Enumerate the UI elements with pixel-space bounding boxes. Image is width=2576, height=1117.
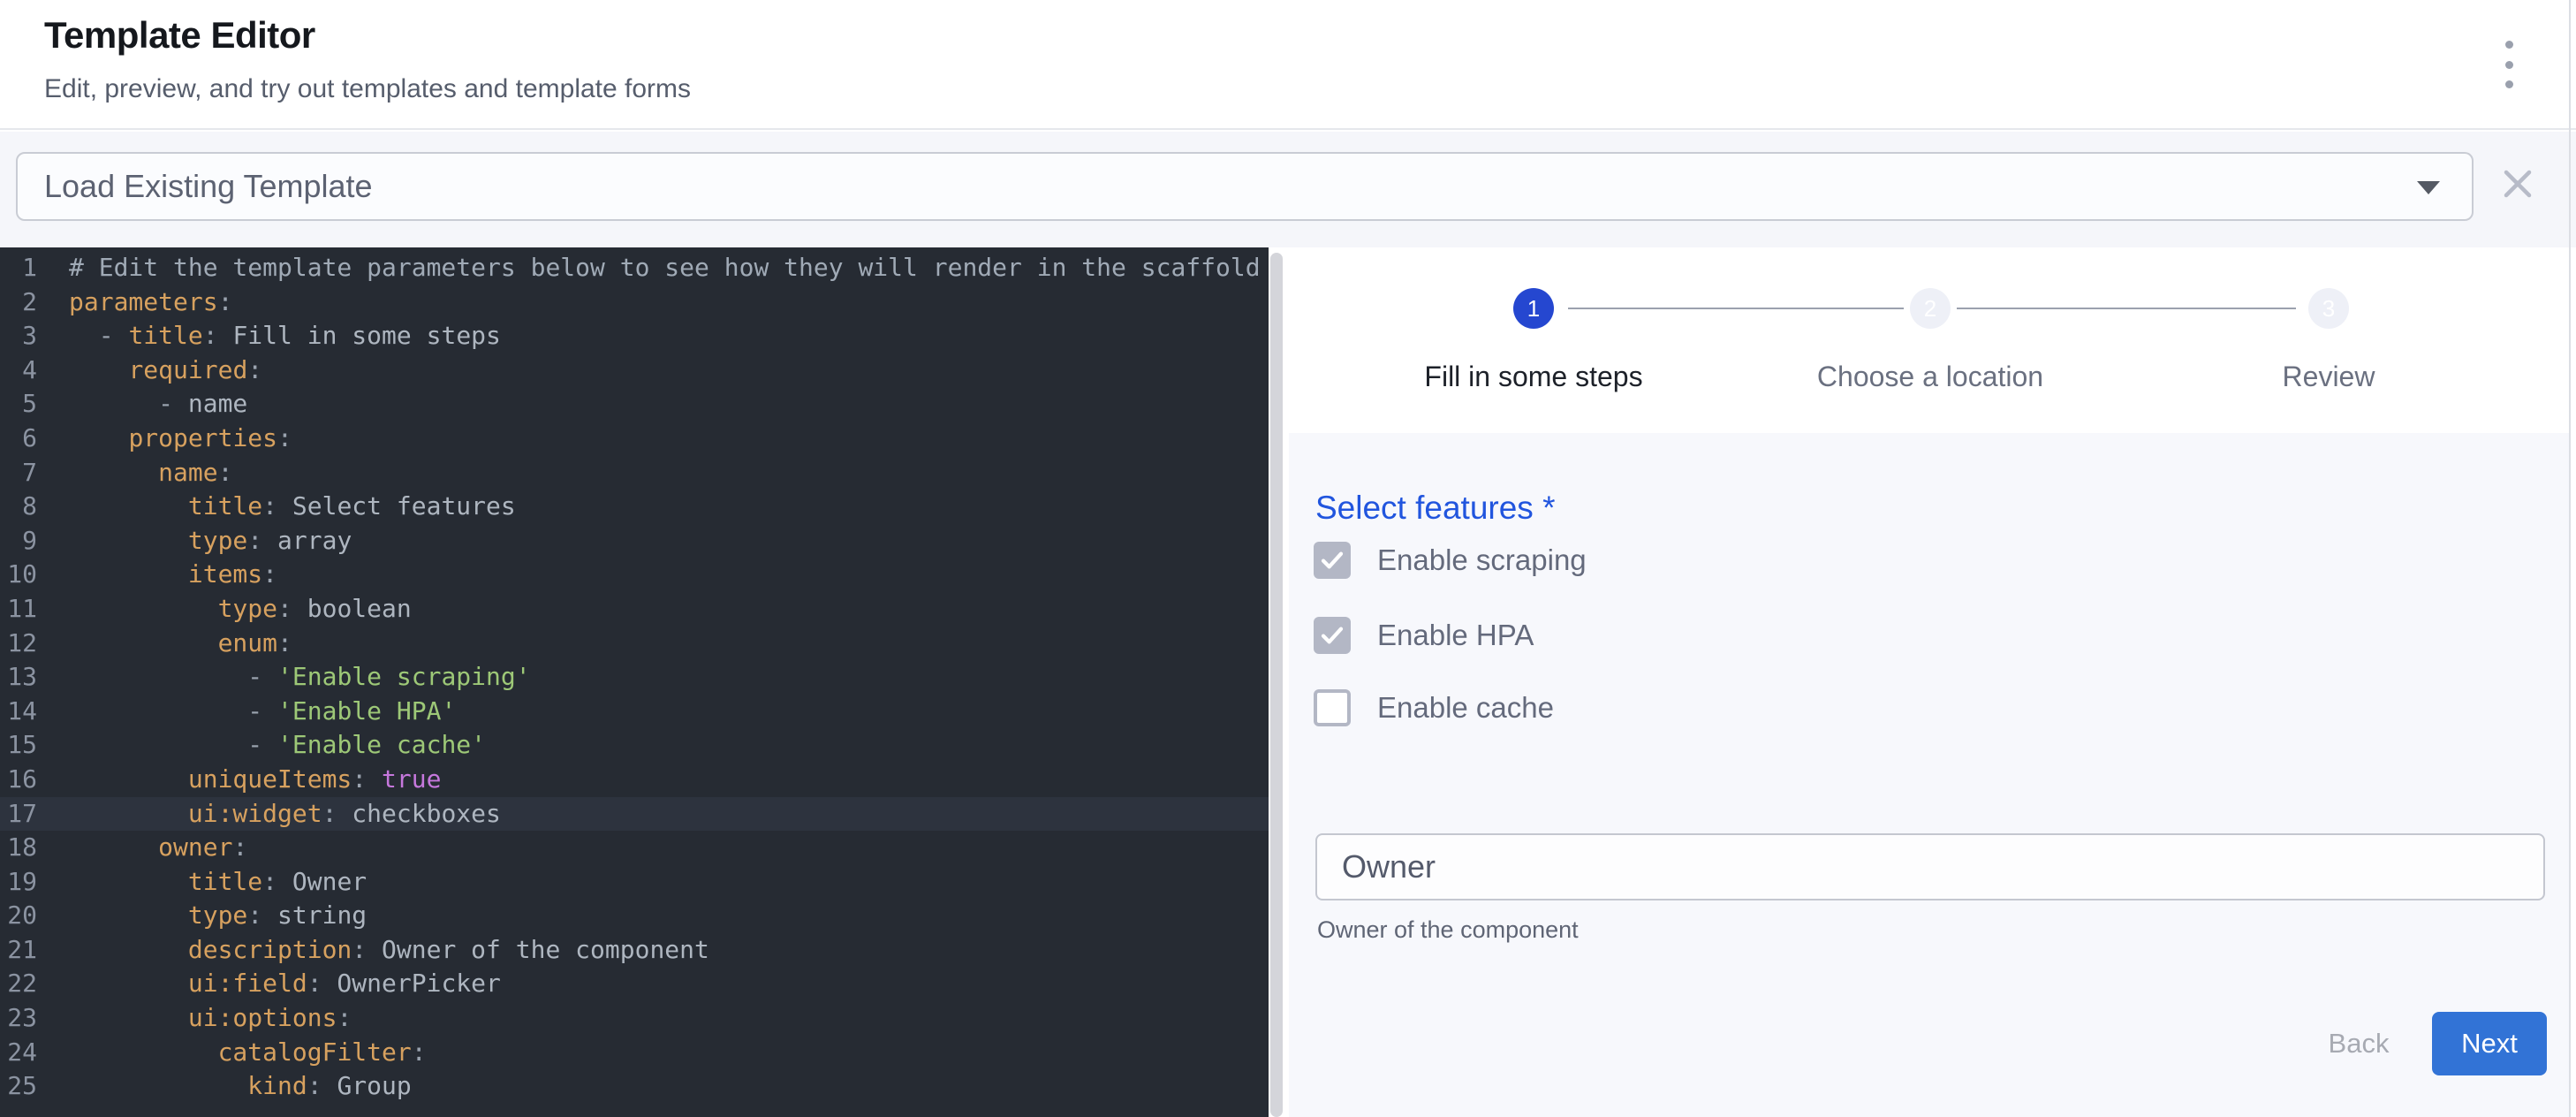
code-editor[interactable]: 1# Edit the template parameters below to… bbox=[0, 247, 1269, 1117]
checkbox-label: Enable HPA bbox=[1377, 619, 1534, 652]
template-toolbar: Load Existing Template bbox=[0, 132, 2576, 247]
page-subtitle: Edit, preview, and try out templates and… bbox=[44, 74, 691, 104]
step-connector bbox=[1957, 308, 2296, 309]
line-number: 17 bbox=[0, 797, 37, 832]
line-number: 22 bbox=[0, 967, 37, 1001]
step-3-circle[interactable]: 3 bbox=[2308, 288, 2349, 329]
code-line-8[interactable]: 8 title: Select features bbox=[0, 490, 1269, 524]
chevron-down-icon bbox=[2417, 181, 2440, 194]
line-number: 12 bbox=[0, 627, 37, 661]
code-line-12[interactable]: 12 enum: bbox=[0, 627, 1269, 661]
code-line-20[interactable]: 20 type: string bbox=[0, 899, 1269, 933]
back-button[interactable]: Back bbox=[2301, 1012, 2416, 1075]
code-line-2[interactable]: 2parameters: bbox=[0, 285, 1269, 320]
line-number: 13 bbox=[0, 660, 37, 695]
line-number: 20 bbox=[0, 899, 37, 933]
step-2-label: Choose a location bbox=[1709, 361, 2151, 393]
code-line-5[interactable]: 5 - name bbox=[0, 387, 1269, 422]
line-number: 14 bbox=[0, 695, 37, 729]
checkbox-unchecked-icon[interactable] bbox=[1314, 689, 1351, 726]
line-number: 9 bbox=[0, 524, 37, 558]
line-number: 18 bbox=[0, 831, 37, 865]
step-1-circle[interactable]: 1 bbox=[1513, 288, 1554, 329]
checkbox-row-enable-cache[interactable]: Enable cache bbox=[1314, 688, 1554, 727]
more-options-icon[interactable] bbox=[2491, 41, 2527, 88]
next-button[interactable]: Next bbox=[2432, 1012, 2547, 1075]
code-line-11[interactable]: 11 type: boolean bbox=[0, 592, 1269, 627]
line-number: 2 bbox=[0, 285, 37, 320]
checkbox-checked-icon[interactable] bbox=[1314, 542, 1351, 579]
page-title: Template Editor bbox=[44, 14, 315, 57]
code-line-18[interactable]: 18 owner: bbox=[0, 831, 1269, 865]
template-editor-page: Template Editor Edit, preview, and try o… bbox=[0, 0, 2576, 1117]
page-header: Template Editor Edit, preview, and try o… bbox=[0, 0, 2576, 130]
line-number: 8 bbox=[0, 490, 37, 524]
code-line-10[interactable]: 10 items: bbox=[0, 558, 1269, 592]
close-icon[interactable] bbox=[2501, 167, 2534, 201]
line-number: 1 bbox=[0, 251, 37, 285]
code-line-23[interactable]: 23 ui:options: bbox=[0, 1001, 1269, 1036]
line-number: 3 bbox=[0, 319, 37, 353]
line-number: 7 bbox=[0, 456, 37, 490]
code-line-9[interactable]: 9 type: array bbox=[0, 524, 1269, 558]
checkbox-row-enable-scraping[interactable]: Enable scraping bbox=[1314, 541, 1587, 580]
load-template-select[interactable]: Load Existing Template bbox=[16, 152, 2474, 221]
code-line-3[interactable]: 3 - title: Fill in some steps bbox=[0, 319, 1269, 353]
code-line-1[interactable]: 1# Edit the template parameters below to… bbox=[0, 251, 1269, 285]
template-preview-panel: 1 Fill in some steps 2 Choose a location… bbox=[1289, 247, 2569, 1117]
line-number: 10 bbox=[0, 558, 37, 592]
line-number: 24 bbox=[0, 1036, 37, 1070]
owner-input[interactable] bbox=[1315, 833, 2545, 900]
checkbox-row-enable-hpa[interactable]: Enable HPA bbox=[1314, 616, 1534, 655]
editor-scrollbar[interactable] bbox=[1270, 253, 1283, 1117]
owner-helper-text: Owner of the component bbox=[1317, 916, 1579, 944]
code-lines: 1# Edit the template parameters below to… bbox=[0, 247, 1269, 1104]
checkbox-checked-icon[interactable] bbox=[1314, 617, 1351, 654]
panel-right-border bbox=[2569, 0, 2571, 1117]
form-preview: Select features * Enable scraping Enable… bbox=[1289, 433, 2569, 1117]
line-number: 25 bbox=[0, 1069, 37, 1104]
line-number: 15 bbox=[0, 728, 37, 763]
checkbox-label: Enable cache bbox=[1377, 691, 1554, 725]
code-line-13[interactable]: 13 - 'Enable scraping' bbox=[0, 660, 1269, 695]
code-line-21[interactable]: 21 description: Owner of the component bbox=[0, 933, 1269, 968]
checkbox-label: Enable scraping bbox=[1377, 543, 1587, 577]
line-number: 11 bbox=[0, 592, 37, 627]
code-line-4[interactable]: 4 required: bbox=[0, 353, 1269, 388]
line-number: 16 bbox=[0, 763, 37, 797]
load-template-select-label: Load Existing Template bbox=[44, 168, 373, 205]
code-line-24[interactable]: 24 catalogFilter: bbox=[0, 1036, 1269, 1070]
step-1-label: Fill in some steps bbox=[1313, 361, 1754, 393]
line-number: 5 bbox=[0, 387, 37, 422]
stepper: 1 Fill in some steps 2 Choose a location… bbox=[1289, 247, 2569, 433]
line-number: 6 bbox=[0, 422, 37, 456]
code-line-22[interactable]: 22 ui:field: OwnerPicker bbox=[0, 967, 1269, 1001]
code-line-25[interactable]: 25 kind: Group bbox=[0, 1069, 1269, 1104]
step-2-circle[interactable]: 2 bbox=[1910, 288, 1951, 329]
line-number: 4 bbox=[0, 353, 37, 388]
code-line-14[interactable]: 14 - 'Enable HPA' bbox=[0, 695, 1269, 729]
line-number: 23 bbox=[0, 1001, 37, 1036]
line-number: 21 bbox=[0, 933, 37, 968]
code-line-6[interactable]: 6 properties: bbox=[0, 422, 1269, 456]
step-3-label: Review bbox=[2108, 361, 2549, 393]
code-line-15[interactable]: 15 - 'Enable cache' bbox=[0, 728, 1269, 763]
code-line-16[interactable]: 16 uniqueItems: true bbox=[0, 763, 1269, 797]
select-features-label: Select features * bbox=[1315, 490, 1555, 527]
line-number: 19 bbox=[0, 865, 37, 900]
step-connector bbox=[1568, 308, 1904, 309]
code-line-19[interactable]: 19 title: Owner bbox=[0, 865, 1269, 900]
code-line-17[interactable]: 17 ui:widget: checkboxes bbox=[0, 797, 1269, 832]
code-line-7[interactable]: 7 name: bbox=[0, 456, 1269, 490]
